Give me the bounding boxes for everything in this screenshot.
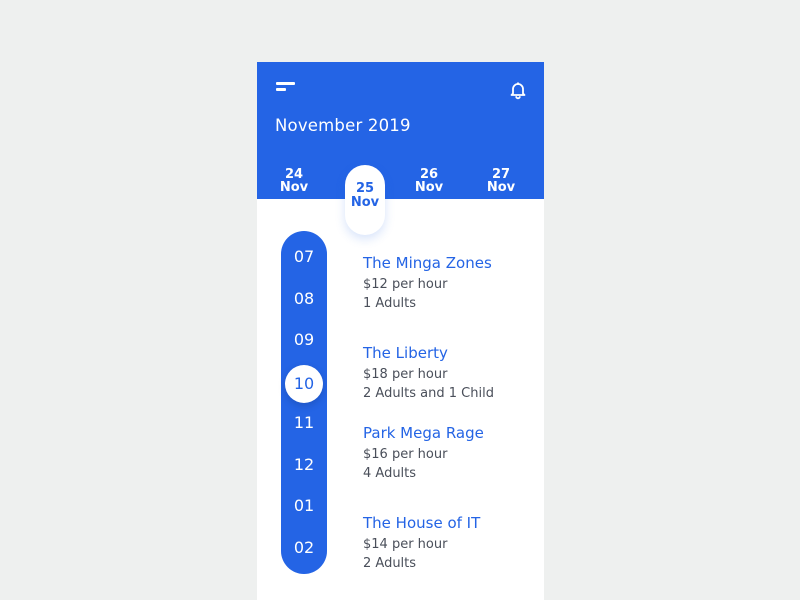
venue-guests: 2 Adults and 1 Child [363, 386, 494, 401]
day-month: Nov [414, 180, 444, 195]
day-tab-26[interactable]: 26 Nov [409, 168, 449, 194]
venue-price: $18 per hour [363, 367, 448, 382]
venue-name[interactable]: The Minga Zones [363, 254, 538, 272]
venue-price: $14 per hour [363, 537, 448, 552]
hour-07[interactable]: 07 [281, 247, 327, 266]
venue-price: $12 per hour [363, 277, 448, 292]
venue-guests: 2 Adults [363, 556, 417, 571]
booking-item-park-mega-rage[interactable]: Park Mega Rage $16 per hour 4 Adults [363, 424, 538, 483]
booking-app-screen: November 2019 24 Nov 26 Nov 27 Nov 25 No… [257, 62, 544, 600]
hour-timeline[interactable]: 07 08 09 10 11 12 01 02 [281, 231, 327, 574]
hour-02[interactable]: 02 [281, 538, 327, 557]
menu-icon[interactable] [276, 82, 296, 94]
hour-12[interactable]: 12 [281, 455, 327, 474]
booking-item-house-of-it[interactable]: The House of IT $14 per hour 2 Adults [363, 514, 538, 573]
day-month: Nov [279, 180, 309, 195]
header: November 2019 24 Nov 26 Nov 27 Nov [257, 62, 544, 199]
day-tab-27[interactable]: 27 Nov [481, 168, 521, 194]
booking-item-minga-zones[interactable]: The Minga Zones $12 per hour 1 Adults [363, 254, 538, 313]
hour-01[interactable]: 01 [281, 496, 327, 515]
booking-item-liberty[interactable]: The Liberty $18 per hour 2 Adults and 1 … [363, 344, 538, 403]
bell-icon[interactable] [508, 80, 528, 100]
day-tab-24[interactable]: 24 Nov [274, 168, 314, 194]
hour-10-selected[interactable]: 10 [285, 365, 323, 403]
venue-price: $16 per hour [363, 447, 448, 462]
venue-name[interactable]: The House of IT [363, 514, 538, 532]
day-number: 25 [355, 181, 375, 196]
day-month: Nov [350, 195, 380, 210]
venue-name[interactable]: The Liberty [363, 344, 538, 362]
venue-name[interactable]: Park Mega Rage [363, 424, 538, 442]
month-title: November 2019 [275, 116, 411, 135]
hour-08[interactable]: 08 [281, 289, 327, 308]
day-tab-25-selected[interactable]: 25 Nov [345, 165, 385, 235]
day-month: Nov [486, 180, 516, 195]
venue-guests: 4 Adults [363, 466, 417, 481]
venue-guests: 1 Adults [363, 296, 417, 311]
hour-09[interactable]: 09 [281, 330, 327, 349]
hour-11[interactable]: 11 [281, 413, 327, 432]
